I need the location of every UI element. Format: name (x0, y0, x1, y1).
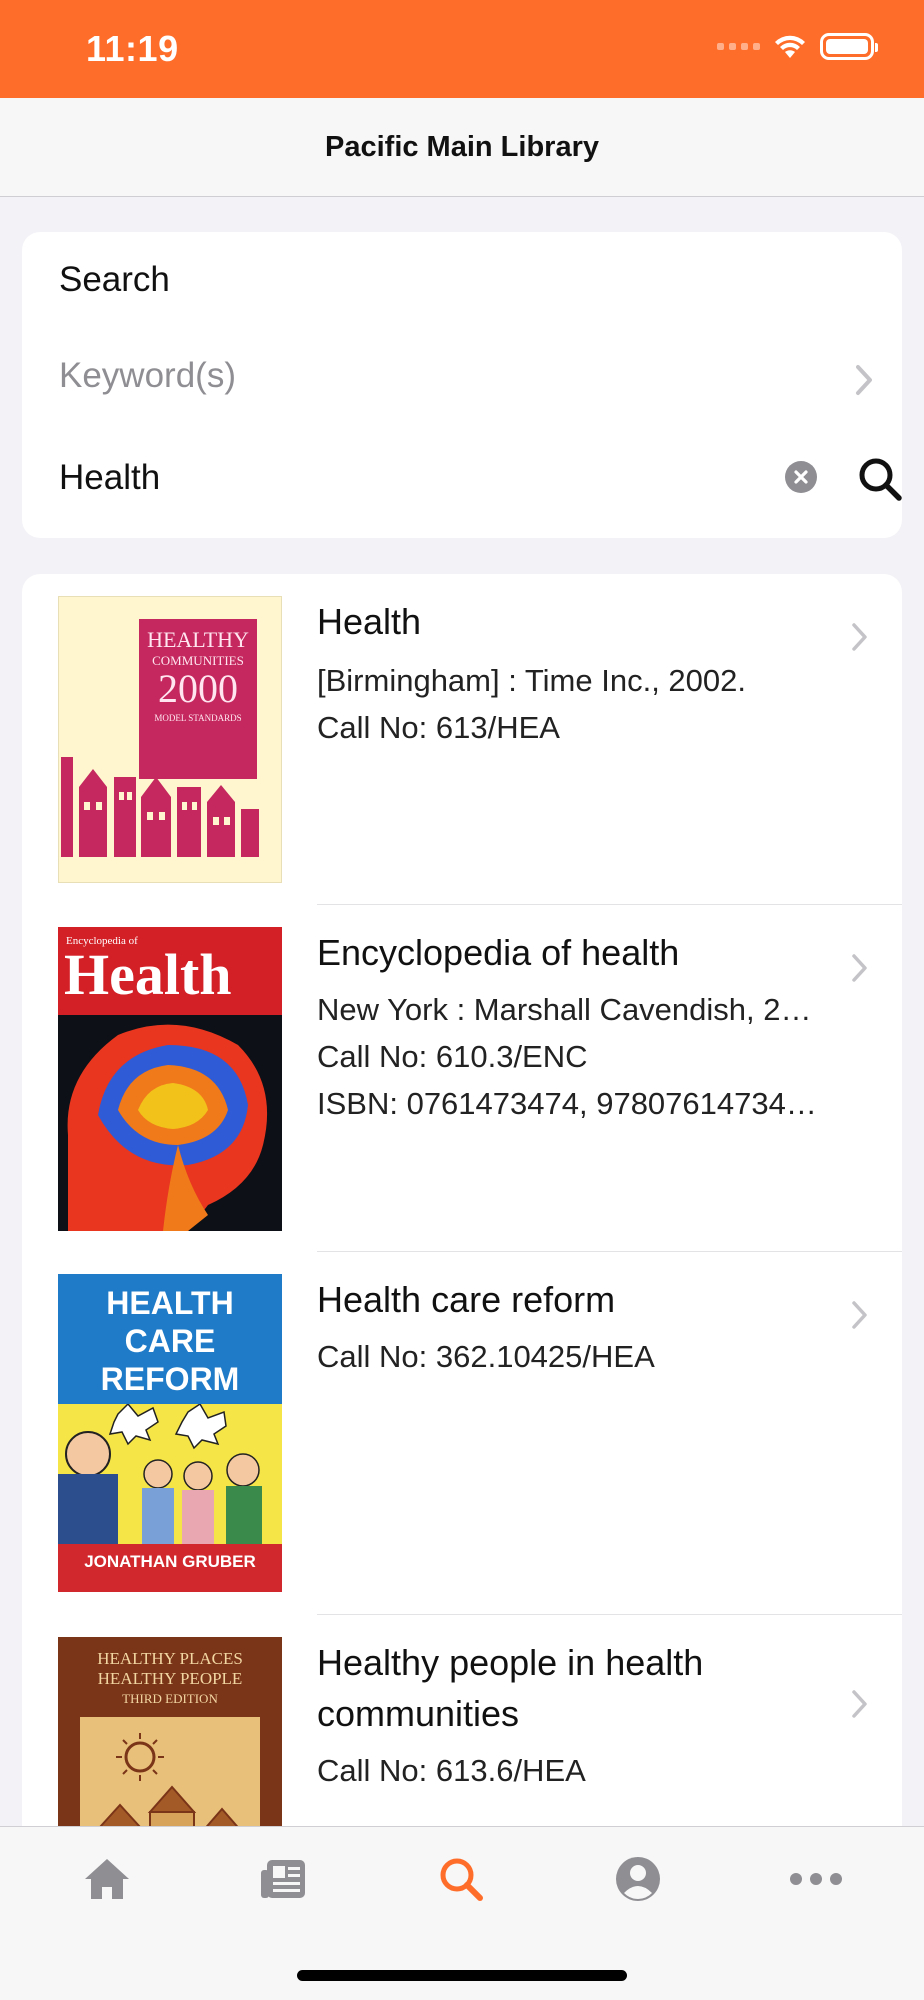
result-title: Health (317, 601, 422, 642)
result-publisher: New York : Marshall Cavendish, 2… (317, 992, 812, 1027)
city-illustration (61, 757, 259, 857)
cover-text: HEALTH (106, 1285, 234, 1321)
tab-search[interactable] (431, 1849, 491, 1909)
result-call-no: Call No: 362.10425/HEA (317, 1339, 655, 1374)
chevron-right-icon (852, 954, 867, 982)
cover-text: HEALTHY (147, 627, 249, 652)
book-cover: HEALTHY COMMUNITIES 2000 MODEL STANDARDS (58, 596, 282, 883)
home-icon (85, 1859, 129, 1899)
search-input-value: Health (59, 458, 161, 497)
brain-scan-illustration (58, 1015, 282, 1231)
nav-bar: Pacific Main Library (0, 98, 924, 197)
wifi-icon (775, 35, 805, 58)
keyword-label: Keyword(s) (59, 356, 236, 395)
home-indicator (297, 1970, 627, 1981)
cover-text: 2000 (158, 666, 238, 711)
result-isbn: ISBN: 0761473474, 97807614734… (317, 1086, 817, 1121)
cover-text: HEALTHY PEOPLE (97, 1669, 243, 1688)
tab-news[interactable] (254, 1849, 314, 1909)
result-publisher: [Birmingham] : Time Inc., 2002. (317, 663, 747, 698)
tab-more[interactable] (786, 1849, 846, 1909)
page-title: Pacific Main Library (325, 130, 599, 163)
book-cover: HEALTH CARE REFORM JONATHAN GRUBER (58, 1274, 282, 1592)
clear-icon[interactable] (785, 461, 817, 493)
cover-text: JONATHAN GRUBER (84, 1552, 256, 1571)
cover-title: HEALTH CARE REFORM (58, 1284, 282, 1398)
list-item[interactable]: HEALTHY COMMUNITIES 2000 MODEL STANDARDS (22, 596, 902, 906)
account-icon (616, 1857, 660, 1901)
status-icons (717, 32, 878, 60)
search-icon (440, 1858, 483, 1901)
search-input[interactable]: Health (59, 454, 902, 514)
chevron-right-icon (852, 1690, 867, 1718)
chevron-right-icon (856, 365, 872, 395)
result-title: Health care reform (317, 1279, 616, 1320)
cover-text: THIRD EDITION (122, 1691, 218, 1706)
search-label: Search (59, 260, 170, 299)
cover-text: Health (64, 942, 232, 1007)
result-info: Health [Birmingham] : Time Inc., 2002. C… (317, 596, 877, 751)
divider (317, 1251, 902, 1252)
book-cover: Encyclopedia of Health (58, 927, 282, 1231)
cover-text: HEALTHY PLACES (97, 1649, 243, 1668)
tab-home[interactable] (77, 1849, 137, 1909)
status-bar: 11:19 (0, 0, 924, 98)
divider (317, 1614, 902, 1615)
news-icon (261, 1860, 305, 1898)
cover-text: MODEL STANDARDS (154, 713, 242, 723)
result-title: Healthy people in health communities (317, 1642, 704, 1734)
search-card: Search Keyword(s) Health (22, 232, 902, 538)
list-item[interactable]: Encyclopedia of Health Encyclopedia of h… (22, 927, 902, 1247)
battery-icon (820, 32, 878, 60)
keyword-selector[interactable]: Keyword(s) (59, 356, 879, 406)
list-item[interactable]: HEALTH CARE REFORM JONATHAN GRUBER Healt… (22, 1274, 902, 1604)
chevron-right-icon (852, 623, 867, 651)
signal-icon (717, 42, 760, 50)
cover-text: CARE (124, 1323, 216, 1359)
result-title: Encyclopedia of health (317, 932, 680, 973)
tab-account[interactable] (608, 1849, 668, 1909)
status-time: 11:19 (86, 28, 179, 69)
chevron-right-icon (852, 1301, 867, 1329)
comic-illustration (58, 1404, 282, 1544)
result-info: Healthy people in health communities Cal… (317, 1637, 877, 1794)
results-list: HEALTHY COMMUNITIES 2000 MODEL STANDARDS (22, 574, 902, 1894)
result-call-no: Call No: 613/HEA (317, 710, 560, 745)
result-info: Health care reform Call No: 362.10425/HE… (317, 1274, 877, 1380)
more-icon (790, 1873, 842, 1885)
divider (317, 904, 902, 905)
result-info: Encyclopedia of health New York : Marsha… (317, 927, 877, 1127)
cover-text: REFORM (100, 1361, 240, 1397)
search-icon[interactable] (855, 454, 905, 504)
result-call-no: Call No: 610.3/ENC (317, 1039, 588, 1074)
result-call-no: Call No: 613.6/HEA (317, 1753, 586, 1788)
